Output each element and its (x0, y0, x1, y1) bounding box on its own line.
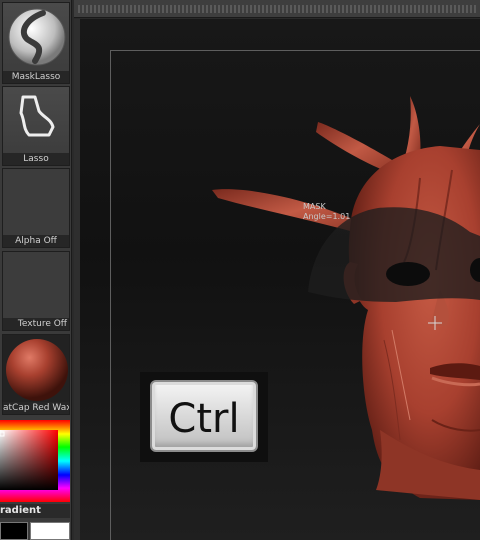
ctrl-keycap-label: Ctrl (168, 396, 240, 442)
ctrl-keycap: Ctrl (150, 380, 258, 452)
keypress-overlay: Ctrl (140, 372, 268, 462)
mask-angle-readout: MASK Angle=1.01 (303, 202, 350, 222)
mask-readout-title: MASK (303, 202, 326, 211)
mask-readout-angle: Angle=1.01 (303, 212, 351, 221)
